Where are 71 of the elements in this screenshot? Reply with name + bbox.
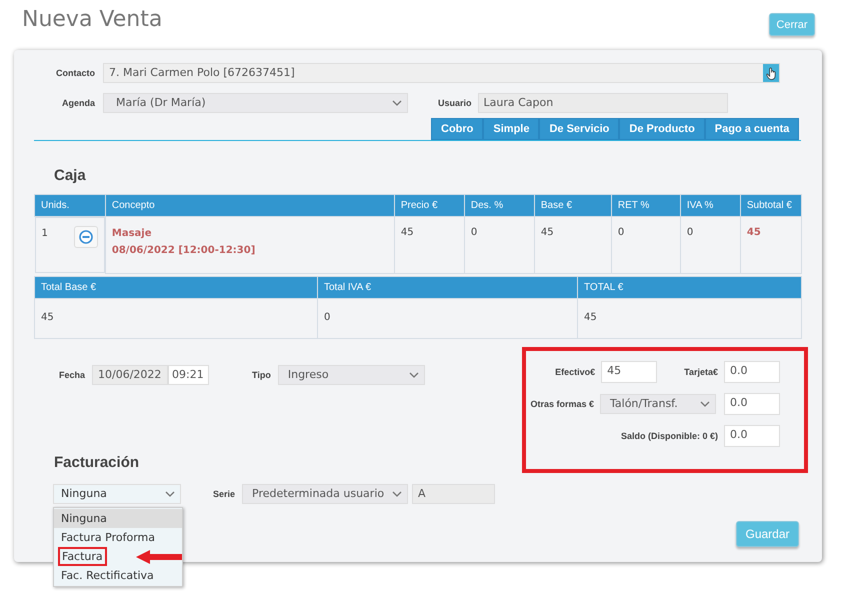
billing-select[interactable]: Ninguna (53, 484, 181, 504)
caret-icon (392, 100, 402, 106)
table-cell: 45 (746, 227, 761, 238)
concept-detail: 08/06/2022 [12:00-12:30] (112, 244, 256, 258)
minus-circle-icon (78, 230, 93, 244)
dropdown-option[interactable]: Factura Proforma (54, 528, 182, 546)
caret-icon (700, 400, 710, 406)
field-label: Fecha (59, 370, 86, 380)
serie-select[interactable]: Predeterminada usuario (242, 484, 408, 504)
page-title: Nueva Venta (22, 7, 162, 32)
section-heading: Facturación (54, 454, 140, 470)
field-label: Contacto (55, 68, 95, 78)
column-header: TOTAL € (578, 276, 802, 298)
tab[interactable]: De Producto (619, 118, 705, 140)
field-label: Tipo (252, 370, 271, 380)
contact-field[interactable]: 7. Mari Carmen Polo [672637451] (103, 63, 780, 83)
table-cell: 45 (540, 227, 554, 238)
contact-value: 7. Mari Carmen Polo [672637451] (109, 65, 295, 81)
agenda-select[interactable]: María (Dr María) (103, 93, 408, 113)
column-header: Total Base € (34, 276, 318, 298)
field-label: Otras formas € (530, 398, 594, 408)
remove-button[interactable] (74, 226, 98, 248)
section-heading: Caja (54, 167, 87, 184)
field-label: Usuario (438, 98, 472, 108)
column-header: Base € (534, 194, 612, 216)
field-label: Tarjeta€ (684, 366, 718, 376)
table-cell: 45 (41, 312, 54, 322)
column-header: Des. % (464, 194, 534, 216)
table-cell: 45 (400, 227, 414, 238)
tab[interactable]: Pago a cuenta (704, 118, 800, 140)
time-field[interactable]: 09:21 (168, 364, 210, 384)
serie-code-field[interactable]: A (412, 484, 496, 504)
column-header: IVA % (680, 194, 740, 216)
highlight-frame: Factura (60, 548, 105, 564)
column-header: Total IVA € (318, 276, 578, 298)
table-cell-text: 1 (42, 228, 48, 241)
tab[interactable]: Simple (483, 118, 540, 140)
cash-field[interactable]: 45 (601, 360, 658, 382)
dropdown-option[interactable]: Ninguna (54, 508, 182, 528)
tab[interactable]: De Servicio (539, 118, 620, 140)
caret-icon (408, 372, 419, 378)
dropdown-option[interactable]: Fac. Rectificativa (54, 566, 182, 584)
arrow-icon (136, 548, 182, 564)
column-header: RET % (611, 194, 680, 216)
column-header: Concepto (105, 194, 394, 216)
other-amount-field[interactable]: 0.0 (724, 392, 780, 414)
dropdown-option[interactable]: Factura (54, 546, 182, 566)
payment-method-select[interactable]: Talón/Transf. (600, 394, 716, 414)
card-field[interactable]: 0.0 (724, 360, 780, 382)
table-cell: 0 (618, 227, 624, 238)
user-field[interactable]: Laura Capon (478, 93, 728, 113)
table-cell: 0 (470, 227, 478, 238)
caret-icon (392, 490, 402, 496)
balance-field[interactable]: 0.0 (724, 424, 780, 446)
pointer-button[interactable] (763, 64, 779, 82)
column-header: Unids. (34, 194, 106, 216)
field-label: Saldo (Disponible: 0 €) (620, 430, 718, 440)
table-cell: 45 (584, 312, 597, 322)
table-cell: 0 (686, 227, 694, 238)
column-header: Precio € (394, 194, 464, 216)
date-field[interactable]: 10/06/2022 (92, 364, 168, 384)
table-cell: 0 (324, 312, 330, 322)
caret-icon (165, 490, 175, 496)
field-label: Agenda (60, 98, 95, 108)
type-select[interactable]: Ingreso (278, 364, 425, 384)
field-label: Serie (213, 488, 236, 498)
column-header: Subtotal € (740, 194, 802, 216)
hand-icon (766, 66, 776, 80)
concept-name: Masaje (112, 227, 152, 241)
field-label: Efectivo€ (555, 366, 596, 376)
tab[interactable]: Cobro (431, 118, 484, 140)
